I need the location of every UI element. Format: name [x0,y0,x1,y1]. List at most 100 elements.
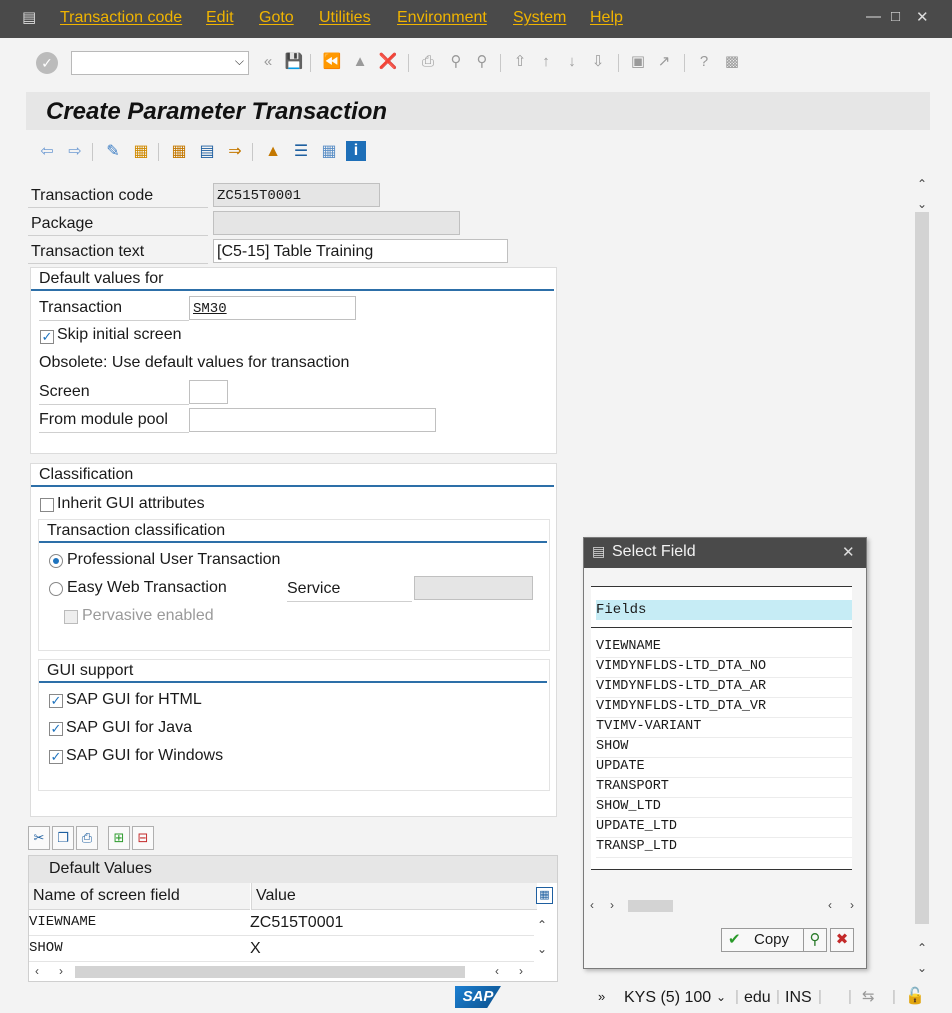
menu-system[interactable]: System [513,9,566,27]
transfer-icon[interactable]: ⇆ [862,987,875,1005]
insert-mode[interactable]: INS [785,989,812,1007]
gui-html-checkbox[interactable]: ✓ [49,694,63,708]
list-item[interactable]: UPDATE [596,757,852,778]
service-field[interactable] [414,576,533,600]
list-item[interactable]: TRANSP_LTD [596,837,852,858]
display-change-icon[interactable]: ✎ [102,141,124,163]
menu-edit[interactable]: Edit [206,9,234,27]
inherit-gui-checkbox[interactable] [40,498,54,512]
menu-help[interactable]: Help [590,9,623,27]
close-icon[interactable]: ✕ [842,543,855,561]
horizontal-scrollbar-thumb[interactable] [75,966,465,978]
scroll-down-icon[interactable]: ⌄ [914,196,930,212]
next-page-icon[interactable]: ↓ [562,52,582,72]
scroll-right-icon[interactable]: › [59,964,63,978]
list-item[interactable]: VIMDYNFLDS-LTD_DTA_VR [596,697,852,718]
pervasive-checkbox[interactable] [64,610,78,624]
find-next-icon[interactable]: ⚲ [472,52,492,72]
expand-status-icon[interactable]: » [598,989,605,1004]
scroll-up-icon[interactable]: ⌃ [914,176,930,192]
list-item[interactable]: VIEWNAME [596,637,852,658]
double-chevron-icon[interactable]: « [258,52,278,72]
last-page-icon[interactable]: ⇩ [588,52,608,72]
insert-row-icon[interactable]: ⊞ [108,826,130,850]
layout-monitor-icon[interactable]: ▩ [722,52,742,72]
fields-column-header[interactable]: Fields [596,600,852,620]
gui-java-checkbox[interactable]: ✓ [49,722,63,736]
column-header-value[interactable]: Value [251,883,537,910]
first-page-icon[interactable]: ⇧ [510,52,530,72]
back-icon[interactable]: ⏪ [322,52,342,72]
scroll-left-icon[interactable]: ‹ [35,964,39,978]
copy-button[interactable]: ✔ Copy [721,928,811,952]
print-icon[interactable]: ⎙ [418,52,438,72]
save-icon[interactable]: 💾 [284,52,304,72]
where-used-icon[interactable]: ⇒ [224,141,246,163]
skip-initial-screen-checkbox[interactable]: ✓ [40,330,54,344]
hierarchy-icon[interactable]: ▲ [262,141,284,163]
menu-utilities[interactable]: Utilities [319,9,371,27]
find-icon[interactable]: ⚲ [446,52,466,72]
close-window-icon[interactable]: ✕ [916,8,929,26]
scroll-up-icon[interactable]: ⌃ [914,940,930,956]
cancel-icon[interactable]: ❌ [378,52,398,72]
shortcut-icon[interactable]: ↗ [654,52,674,72]
scroll-right-icon[interactable]: › [850,898,854,912]
system-menu-icon[interactable]: ▤ [22,8,42,28]
list-item[interactable]: TVIMV-VARIANT [596,717,852,738]
menu-goto[interactable]: Goto [259,9,294,27]
scrollbar-thumb[interactable] [915,212,929,924]
module-pool-field[interactable] [189,408,436,432]
back-arrow-icon[interactable]: ⇦ [36,141,58,163]
list-item[interactable]: VIMDYNFLDS-LTD_DTA_NO [596,657,852,678]
cancel-button[interactable]: ✖ [830,928,854,952]
table-settings-icon[interactable]: ▦ [536,887,553,904]
delete-row-icon[interactable]: ⊟ [132,826,154,850]
info-icon[interactable]: i [346,141,366,161]
copy-icon[interactable]: ❐ [52,826,74,850]
scroll-right-icon[interactable]: › [610,898,614,912]
scroll-down-icon[interactable]: ⌄ [914,960,930,976]
help-icon[interactable]: ? [694,52,714,72]
command-field[interactable]: ⌵ [71,51,249,75]
list-item[interactable]: SHOW_LTD [596,797,852,818]
screen-field[interactable] [189,380,228,404]
chevron-down-icon[interactable]: ⌵ [235,54,244,69]
new-session-icon[interactable]: ▣ [628,52,648,72]
cut-icon[interactable]: ✂ [28,826,50,850]
maximize-icon[interactable]: □ [891,8,900,25]
exit-icon[interactable]: ▲ [350,52,370,72]
menu-environment[interactable]: Environment [397,9,487,27]
table-scroll-up-icon[interactable]: ⌃ [537,918,547,932]
minimize-icon[interactable]: — [866,8,881,25]
list-item[interactable]: TRANSPORT [596,777,852,798]
list-item[interactable]: SHOW [596,737,852,758]
table-row[interactable]: SHOW X [29,936,534,962]
professional-radio[interactable] [49,554,63,568]
column-header-name[interactable]: Name of screen field [29,883,250,910]
table-row[interactable]: VIEWNAME ZC515T0001 [29,910,534,936]
check-object-icon[interactable]: ▦ [168,141,190,163]
lock-icon[interactable]: 🔓 [905,986,925,1006]
enter-check-icon[interactable]: ✓ [36,52,58,74]
find-button[interactable]: ⚲ [803,928,827,952]
table-view-icon[interactable]: ▦ [318,141,340,163]
popup-scrollbar-thumb[interactable] [628,900,673,912]
main-vertical-scrollbar[interactable]: ⌃ ⌄ ⌃ ⌄ [912,176,932,976]
menu-transaction-code[interactable]: Transaction code [60,9,182,27]
easy-web-radio[interactable] [49,582,63,596]
scroll-left-icon[interactable]: ‹ [828,898,832,912]
scroll-left-icon[interactable]: ‹ [495,964,499,978]
scroll-right-icon[interactable]: › [519,964,523,978]
chevron-down-icon[interactable]: ⌄ [716,990,726,1004]
activate-icon[interactable]: ▤ [196,141,218,163]
transaction-text-field[interactable]: [C5-15] Table Training [213,239,508,263]
stack-icon[interactable]: ☰ [290,141,312,163]
list-item[interactable]: UPDATE_LTD [596,817,852,838]
scroll-left-icon[interactable]: ‹ [590,898,594,912]
forward-arrow-icon[interactable]: ⇨ [64,141,86,163]
package-field[interactable] [213,211,460,235]
table-scroll-down-icon[interactable]: ⌄ [537,942,547,956]
transaction-field[interactable]: SM30 [189,296,356,320]
paste-icon[interactable]: ⎙ [76,826,98,850]
